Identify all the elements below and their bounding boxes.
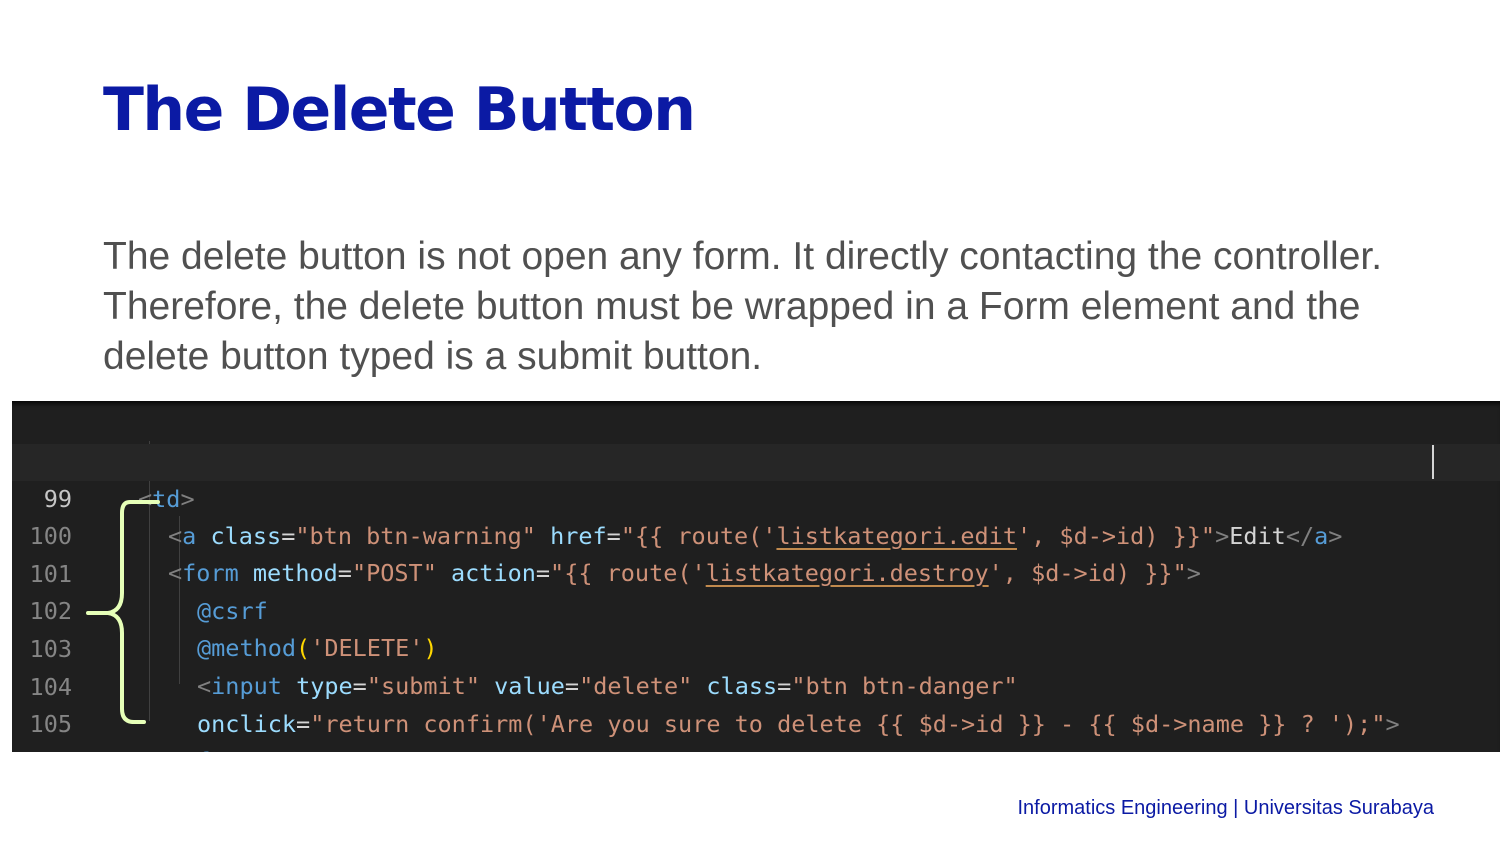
code-line-104: 104 onclick="return confirm('Are you sur…	[12, 632, 1500, 738]
footer-institution: Informatics Engineering | Universitas Su…	[1017, 797, 1434, 819]
token: form	[196, 747, 253, 752]
slide-title: The Delete Button	[103, 75, 696, 145]
curly-brace-annotation	[86, 500, 160, 724]
code-line-103: 103 <input type="submit" value="delete" …	[12, 594, 1500, 700]
code-line-98: 98 <td>	[12, 407, 1500, 513]
code-editor-screenshot: 98 <td> 99 <a class="btn btn-warning" hr…	[12, 401, 1500, 752]
code-line-106: 106 </td>	[12, 707, 1500, 752]
code-line-99: 99 <a class="btn btn-warning" href="{{ r…	[12, 444, 1500, 550]
code-line-105: 105 </form>	[12, 669, 1500, 752]
code-line-101: 101 @csrf	[12, 519, 1500, 625]
code-line-102: 102 @method('DELETE')	[12, 556, 1500, 662]
text-cursor	[1432, 445, 1434, 479]
code-line-100: 100 <form method="POST" action="{{ route…	[12, 481, 1500, 587]
line-number: 106	[12, 744, 72, 752]
slide-body-text: The delete button is not open any form. …	[103, 235, 1383, 378]
token: </	[168, 747, 196, 752]
token: >	[253, 747, 267, 752]
